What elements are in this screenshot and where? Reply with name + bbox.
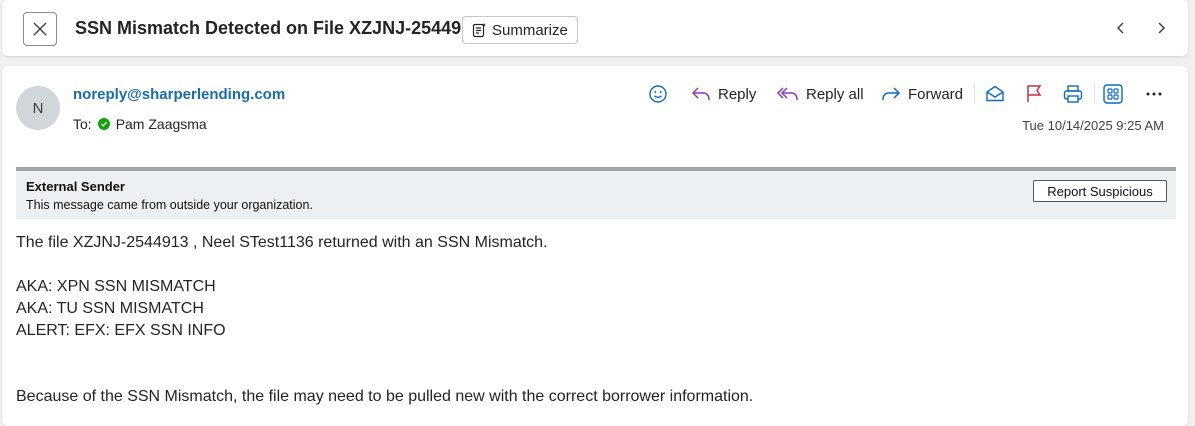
forward-label: Forward (908, 85, 964, 103)
chevron-left-icon (1116, 22, 1124, 34)
summarize-label: Summarize (492, 21, 568, 39)
emoji-icon (649, 85, 667, 103)
reply-label: Reply (718, 85, 757, 103)
body-paragraph: AKA: TU SSN MISMATCH (16, 300, 204, 317)
sender-address[interactable]: noreply@sharperlending.com (73, 86, 285, 103)
forward-icon (882, 87, 901, 101)
message-card: N noreply@sharperlending.com To: Pam Zaa… (2, 66, 1188, 426)
close-button[interactable] (23, 12, 57, 46)
banner-title: External Sender (26, 179, 125, 194)
presence-available-icon (97, 118, 110, 130)
previous-message-button[interactable] (1110, 17, 1132, 39)
external-sender-banner: External Sender This message came from o… (16, 167, 1176, 219)
forward-button[interactable]: Forward (880, 80, 963, 108)
summarize-button[interactable]: Summarize (462, 16, 578, 44)
body-paragraph: The file XZJNJ-2544913 , Neel STest1136 … (16, 234, 548, 251)
toolbar-divider (974, 84, 975, 104)
reply-button[interactable]: Reply (690, 80, 756, 108)
emoji-reaction-button[interactable] (648, 80, 668, 108)
message-date: Tue 10/14/2025 9:25 AM (1022, 118, 1164, 133)
print-button[interactable] (1062, 80, 1084, 108)
reply-all-icon (776, 87, 798, 101)
check-icon (100, 121, 107, 127)
chevron-right-icon (1158, 22, 1166, 34)
to-label: To: (73, 116, 92, 132)
apps-icon (1103, 84, 1123, 104)
email-subject: SSN Mismatch Detected on File XZJNJ-2544… (75, 18, 482, 38)
recipient-line: To: Pam Zaagsma (73, 116, 207, 132)
flag-button[interactable] (1024, 80, 1044, 108)
toolbar-divider (1094, 84, 1095, 104)
banner-text: This message came from outside your orga… (26, 198, 313, 212)
more-actions-button[interactable] (1144, 80, 1164, 108)
body-paragraph: AKA: XPN SSN MISMATCH (16, 278, 216, 295)
mark-read-button[interactable] (984, 80, 1006, 108)
next-message-button[interactable] (1150, 17, 1172, 39)
flag-icon (1027, 85, 1042, 102)
more-icon (1146, 92, 1162, 96)
avatar[interactable]: N (16, 86, 60, 130)
summarize-icon (472, 23, 486, 38)
report-suspicious-button[interactable]: Report Suspicious (1033, 180, 1167, 202)
body-paragraph: ALERT: EFX: EFX SSN INFO (16, 322, 226, 339)
body-paragraph: Because of the SSN Mismatch, the file ma… (16, 388, 754, 405)
reply-icon (691, 87, 710, 101)
mark-read-icon (986, 85, 1004, 102)
print-icon (1063, 85, 1083, 103)
reply-all-label: Reply all (806, 85, 864, 103)
apps-button[interactable] (1102, 80, 1124, 108)
recipient-name[interactable]: Pam Zaagsma (116, 116, 207, 132)
reply-all-button[interactable]: Reply all (776, 80, 864, 108)
close-icon (33, 22, 47, 36)
reading-header: SSN Mismatch Detected on File XZJNJ-2544… (2, 0, 1188, 56)
